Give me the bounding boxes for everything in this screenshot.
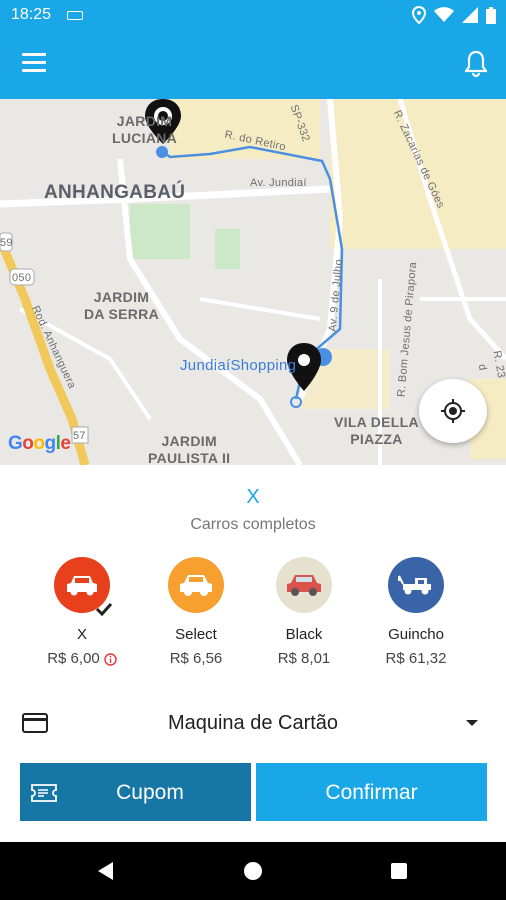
ride-option-guincho-circle: [388, 557, 444, 613]
ride-option-x-circle: [54, 557, 113, 616]
ride-option-x[interactable]: X R$ 6,00: [27, 556, 137, 667]
selected-category-subtitle: Carros completos: [190, 516, 316, 533]
map-badge-57: 57: [73, 430, 86, 442]
status-icons: [412, 6, 496, 24]
map-label-av-jundiai: Av. Jundiaí: [250, 177, 307, 189]
ride-option-name: Select: [175, 626, 217, 643]
google-logo: Google: [8, 433, 71, 454]
map-label-anhangabau: ANHANGABAÚ: [44, 182, 186, 203]
signal-icon: [462, 7, 478, 23]
selected-check-icon: [95, 602, 113, 616]
system-navigation-bar: [0, 842, 506, 900]
app-bar: [0, 30, 506, 99]
ride-options: X R$ 6,00 Select R$ 6,56 Black R$ 8,01 G…: [0, 556, 506, 676]
coupon-button-label: Cupom: [116, 781, 184, 804]
ride-option-price: R$ 61,32: [385, 650, 447, 667]
ride-option-price: R$ 8,01: [277, 650, 331, 667]
map-label-jardim-luciana: JARDIM LUCIANA: [112, 113, 178, 146]
notification-bell-icon[interactable]: [464, 50, 488, 78]
ride-option-select-circle: [168, 557, 224, 613]
tow-truck-icon: [398, 575, 431, 595]
keyboard-icon: [67, 11, 83, 20]
car-icon: [180, 575, 212, 596]
back-icon[interactable]: [98, 862, 113, 880]
home-icon[interactable]: [244, 862, 262, 880]
ride-option-black-circle: [276, 557, 332, 613]
my-location-icon: [441, 399, 465, 423]
confirm-button[interactable]: Confirmar: [256, 763, 487, 821]
car-icon: [67, 576, 97, 596]
ride-option-select[interactable]: Select R$ 6,56: [141, 556, 251, 667]
my-location-button[interactable]: [419, 379, 487, 443]
ride-option-name: X: [76, 626, 87, 643]
battery-icon: [486, 6, 496, 24]
ride-option-name: Black: [285, 626, 323, 643]
menu-icon[interactable]: [22, 53, 48, 75]
status-time: 18:25: [11, 6, 52, 23]
car-icon: [287, 575, 321, 596]
map-badge-050: 050: [12, 272, 32, 284]
map-label-jundiai-shopping: JundiaíShopping: [180, 357, 297, 374]
map-label-jardim-paulista: JARDIM PAULISTA II: [148, 433, 231, 465]
status-bar: 18:25: [0, 0, 506, 30]
wifi-icon: [434, 7, 454, 22]
location-icon: [412, 6, 426, 24]
payment-method-label: Maquina de Cartão: [167, 712, 339, 734]
info-icon[interactable]: [104, 652, 117, 666]
ride-option-name: Guincho: [388, 626, 444, 643]
map-label-vila-della-piazza: VILA DELLA PIAZZA: [334, 414, 419, 447]
confirm-button-label: Confirmar: [325, 781, 418, 804]
ride-option-price: R$ 6,56: [169, 650, 223, 667]
ride-option-guincho[interactable]: Guincho R$ 61,32: [361, 556, 471, 667]
recent-apps-icon[interactable]: [391, 863, 407, 879]
map-badge-59: 59: [0, 237, 13, 249]
ride-option-price: R$ 6,00: [27, 650, 137, 667]
map-label-r-23: R. 23 d: [475, 349, 506, 380]
selected-category-title: X: [246, 486, 260, 508]
map-label-jardim-da-serra: JARDIM DA SERRA: [84, 289, 159, 322]
coupon-button[interactable]: Cupom: [20, 763, 251, 821]
dropdown-arrow-icon: [466, 720, 478, 726]
ride-option-black[interactable]: Black R$ 8,01: [249, 556, 359, 667]
payment-method-selector[interactable]: Maquina de Cartão: [0, 700, 506, 746]
